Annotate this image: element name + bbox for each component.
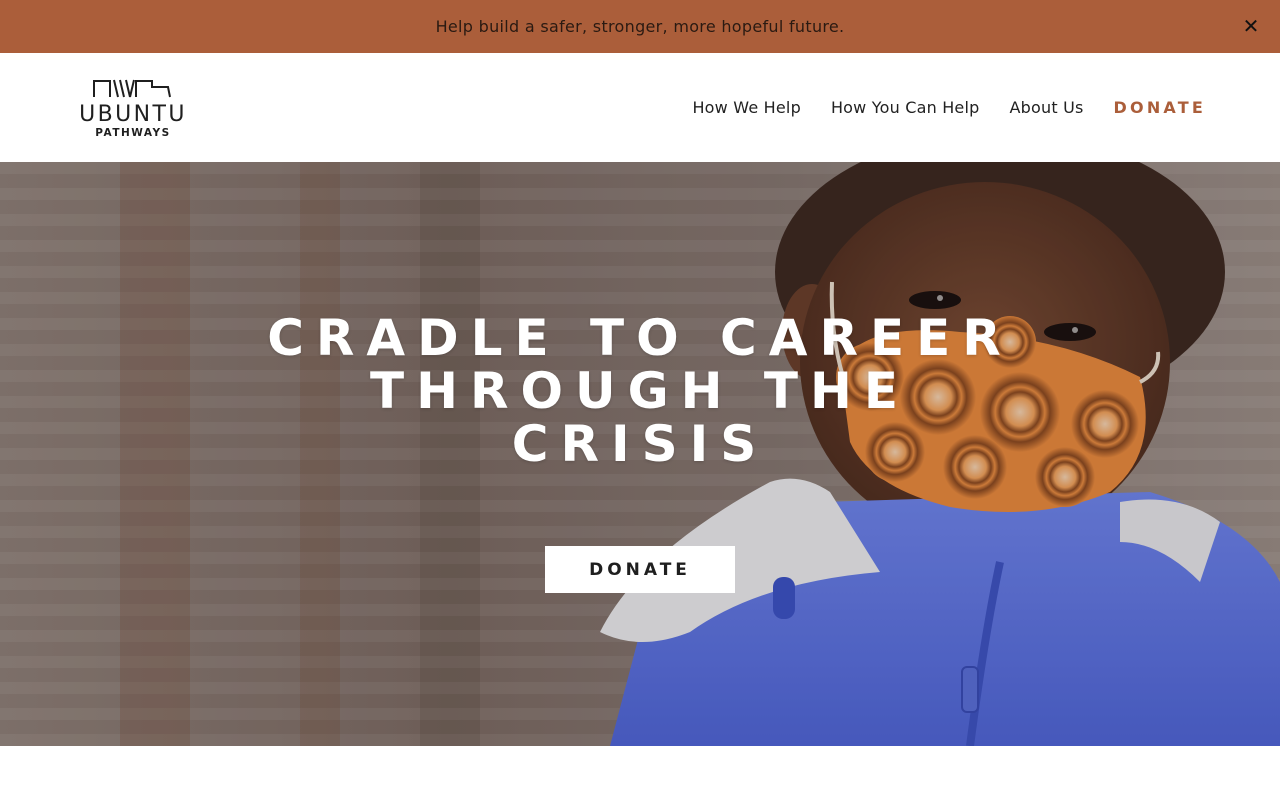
hero-title-line: CRADLE TO CAREER	[267, 309, 1013, 367]
logo-mark: UBUNTU PATHWAYS	[79, 79, 187, 139]
close-icon[interactable]: ✕	[1240, 14, 1262, 38]
nav-about-us[interactable]: About Us	[1009, 98, 1083, 117]
hero-title-line: CRISIS	[511, 415, 769, 473]
announcement-bar: Help build a safer, stronger, more hopef…	[0, 0, 1280, 53]
main-nav: How We Help How You Can Help About Us DO…	[692, 53, 1206, 162]
logo-wordmark: UBUNTU	[79, 102, 187, 127]
nav-how-you-can-help[interactable]: How You Can Help	[831, 98, 980, 117]
logo-tagline: PATHWAYS	[95, 127, 170, 139]
hero-section: CRADLE TO CAREER THROUGH THE CRISIS DONA…	[0, 162, 1280, 746]
nav-donate-button[interactable]: DONATE	[1114, 98, 1206, 117]
hero-donate-button[interactable]: DONATE	[545, 546, 735, 593]
hero-title: CRADLE TO CAREER THROUGH THE CRISIS	[220, 312, 1060, 471]
hero-title-line: THROUGH THE	[370, 362, 910, 420]
announcement-text: Help build a safer, stronger, more hopef…	[435, 17, 845, 36]
ubuntu-pathways-logo[interactable]: UBUNTU PATHWAYS	[72, 77, 194, 139]
nav-how-we-help[interactable]: How We Help	[692, 98, 800, 117]
site-header: UBUNTU PATHWAYS How We Help How You Can …	[0, 53, 1280, 162]
